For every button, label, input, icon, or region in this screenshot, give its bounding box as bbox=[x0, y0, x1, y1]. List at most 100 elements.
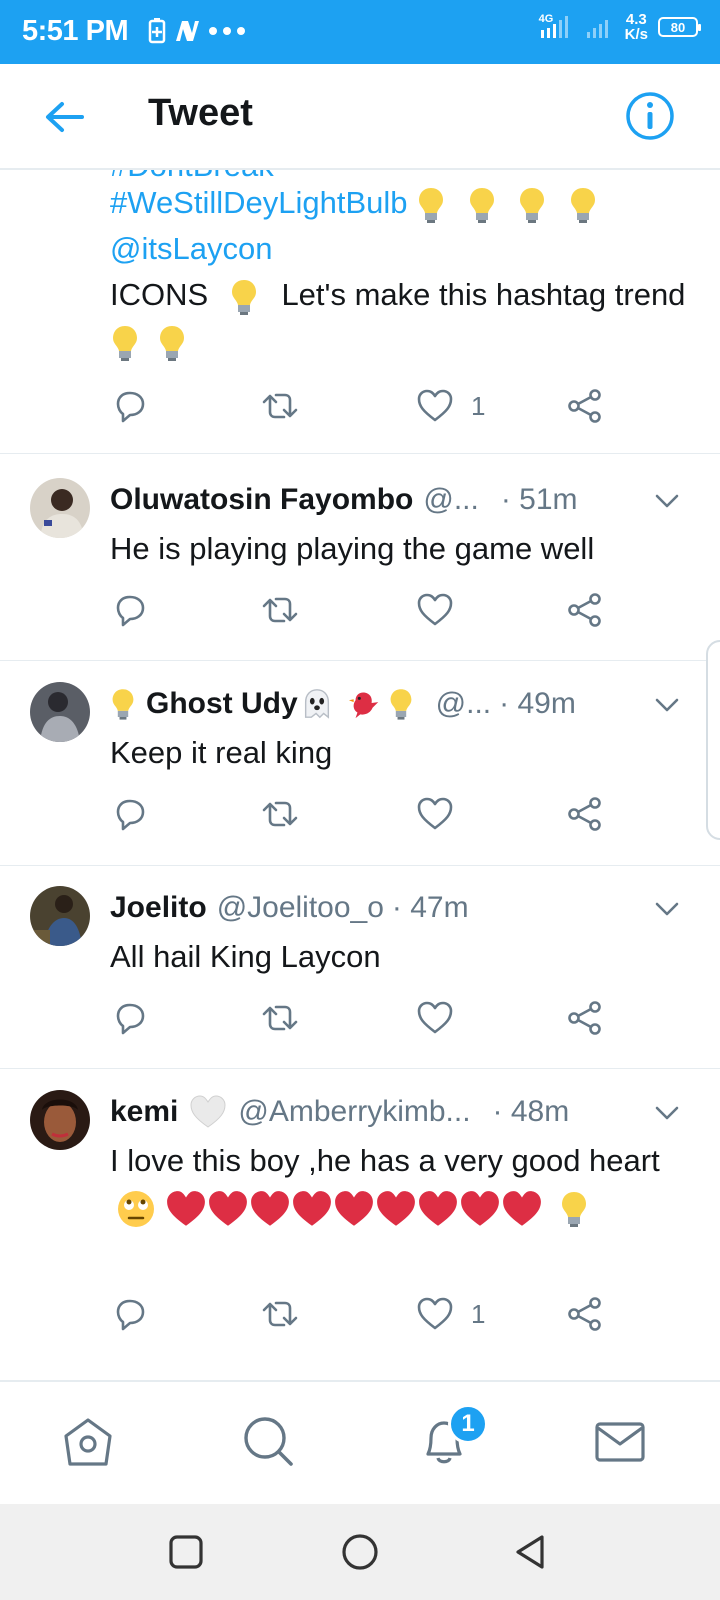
tweet-text: All hail King Laycon bbox=[110, 939, 381, 974]
reply-tweet[interactable]: kemi @Amberrykimb... · 48m I love this b… bbox=[0, 1090, 720, 1370]
red-heart-emoji-icon bbox=[166, 1190, 205, 1226]
red-heart-emoji-icon bbox=[334, 1190, 373, 1226]
share-button[interactable] bbox=[565, 586, 605, 634]
retweet-button[interactable] bbox=[260, 1290, 300, 1338]
tweet-text: He is playing playing the game well bbox=[110, 531, 595, 566]
red-heart-emoji-icon bbox=[208, 1190, 247, 1226]
tweet-header: Joelito @Joelitoo_o · 47m bbox=[110, 886, 650, 930]
like-count: 1 bbox=[471, 1298, 486, 1329]
reply-tweet[interactable]: Ghost Udy @... · 49m Keep it real king bbox=[0, 682, 720, 890]
share-icon bbox=[568, 389, 601, 423]
retweet-button[interactable] bbox=[260, 586, 300, 634]
tweet-time: · 48m bbox=[492, 1095, 570, 1128]
mention-link[interactable]: @itsLaycon bbox=[110, 226, 690, 272]
nav-search[interactable] bbox=[238, 1412, 298, 1472]
like-button[interactable] bbox=[415, 586, 471, 634]
heart-outline-icon bbox=[417, 797, 453, 830]
notification-badge: 1 bbox=[448, 1404, 488, 1444]
share-button[interactable] bbox=[565, 994, 605, 1042]
divider bbox=[0, 453, 720, 454]
like-button[interactable]: 1 bbox=[415, 1290, 485, 1338]
status-bar: 5:51 PM 4G 4.3 K/s 80 bbox=[0, 0, 720, 64]
triangle-back-icon bbox=[516, 1535, 544, 1569]
home-system-button[interactable] bbox=[338, 1530, 382, 1574]
recents-button[interactable] bbox=[164, 1530, 208, 1574]
scroll-handle[interactable] bbox=[706, 640, 720, 840]
author-handle: @Amberrykimb... bbox=[238, 1095, 471, 1128]
share-button[interactable] bbox=[565, 790, 605, 838]
share-button[interactable] bbox=[565, 1290, 605, 1338]
lightbulb-emoji-icon bbox=[113, 325, 137, 361]
author-name[interactable]: Ghost Udy bbox=[146, 687, 298, 721]
retweet-button[interactable] bbox=[260, 382, 300, 430]
bird-emoji-icon bbox=[348, 692, 378, 719]
chevron-down-icon[interactable] bbox=[652, 894, 682, 924]
system-navigation-bar bbox=[0, 1504, 720, 1600]
reply-button[interactable] bbox=[110, 790, 150, 838]
like-button[interactable] bbox=[415, 994, 471, 1042]
heart-outline-icon bbox=[417, 1297, 453, 1330]
reply-tweet[interactable]: Joelito @Joelitoo_o · 47m All hail King … bbox=[0, 886, 720, 1094]
avatar[interactable] bbox=[30, 478, 90, 538]
tweet-text-part: Let's make this hashtag trend bbox=[281, 277, 686, 312]
red-heart-emoji-icon bbox=[376, 1190, 415, 1226]
heart-outline-icon bbox=[417, 593, 453, 626]
reply-button[interactable] bbox=[110, 586, 150, 634]
lightbulb-emoji-icon bbox=[231, 279, 256, 315]
battery-icon: 80 bbox=[658, 17, 701, 37]
retweet-button[interactable] bbox=[260, 790, 300, 838]
nav-messages[interactable] bbox=[590, 1412, 650, 1472]
red-heart-emoji-icon bbox=[292, 1190, 331, 1226]
author-handle: @... bbox=[423, 483, 479, 516]
status-left-icons bbox=[148, 18, 246, 44]
chevron-down-icon[interactable] bbox=[652, 690, 682, 720]
circle-icon bbox=[342, 1534, 378, 1570]
avatar[interactable] bbox=[30, 886, 90, 946]
author-handle: @Joelitoo_o bbox=[216, 891, 384, 924]
original-tweet-text: #WeStillDeyLightBulb @itsLaycon ICONS Le… bbox=[110, 180, 690, 364]
author-name[interactable]: Joelito bbox=[110, 891, 207, 925]
nav-home[interactable] bbox=[58, 1412, 118, 1472]
heart-outline-icon bbox=[417, 1001, 453, 1034]
app-header: Tweet bbox=[0, 64, 720, 170]
back-system-button[interactable] bbox=[510, 1530, 554, 1574]
tweet-actions bbox=[110, 994, 630, 1044]
share-button[interactable] bbox=[565, 382, 605, 430]
emoji-row bbox=[110, 1189, 589, 1227]
tweet-time: · 51m bbox=[500, 483, 578, 516]
arrow-left-icon bbox=[46, 102, 84, 132]
back-button[interactable] bbox=[40, 92, 90, 142]
tweet-actions bbox=[110, 586, 630, 636]
lightbulb-emoji-icon bbox=[390, 689, 412, 720]
divider bbox=[0, 865, 720, 866]
author-name[interactable]: kemi bbox=[110, 1095, 178, 1129]
signal-icon: 4G bbox=[539, 12, 575, 42]
lightbulb-emoji-icon bbox=[159, 325, 184, 361]
divider bbox=[0, 660, 720, 661]
hashtag-link[interactable]: #WeStillDeyLightBulb bbox=[110, 185, 408, 220]
tweet-actions bbox=[110, 790, 630, 840]
reply-button[interactable] bbox=[110, 1290, 150, 1338]
info-button[interactable] bbox=[624, 90, 676, 142]
retweet-button[interactable] bbox=[260, 994, 300, 1042]
reply-button[interactable] bbox=[110, 994, 150, 1042]
tweet-thread[interactable]: #DontBreak #WeStillDeyLightBulb @itsLayc… bbox=[0, 170, 720, 1380]
reply-icon bbox=[116, 595, 145, 627]
retweet-icon bbox=[262, 393, 298, 419]
retweet-icon bbox=[262, 1301, 298, 1327]
heart-outline-icon bbox=[417, 389, 453, 422]
tweet-actions: 1 bbox=[110, 1290, 630, 1340]
chevron-down-icon[interactable] bbox=[652, 486, 682, 516]
avatar[interactable] bbox=[30, 1090, 90, 1150]
red-heart-emoji-icon bbox=[502, 1190, 541, 1226]
reply-button[interactable] bbox=[110, 382, 150, 430]
like-button[interactable] bbox=[415, 790, 471, 838]
author-name[interactable]: Oluwatosin Fayombo bbox=[110, 483, 413, 517]
chevron-down-icon[interactable] bbox=[652, 1098, 682, 1128]
share-icon bbox=[568, 593, 601, 627]
like-button[interactable]: 1 bbox=[415, 382, 485, 430]
avatar[interactable] bbox=[30, 682, 90, 742]
hashtag-link-partial[interactable]: #DontBreak bbox=[110, 170, 274, 178]
reply-tweet[interactable]: Oluwatosin Fayombo @... · 51m He is play… bbox=[0, 478, 720, 686]
tweet-text: I love this boy ,he has a very good hear… bbox=[110, 1143, 660, 1178]
